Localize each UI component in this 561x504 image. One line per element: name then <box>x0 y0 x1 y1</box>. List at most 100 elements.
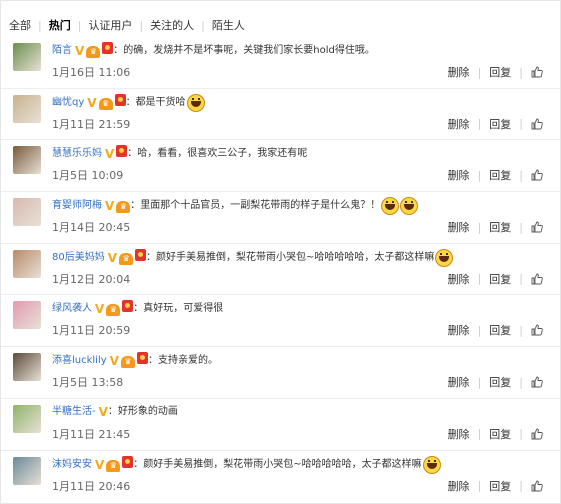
avatar[interactable] <box>13 94 41 123</box>
tab-1[interactable]: 热门 <box>42 17 78 33</box>
like-icon[interactable] <box>531 324 543 336</box>
reply-button[interactable]: 回复 <box>489 271 511 287</box>
avatar[interactable] <box>13 43 41 71</box>
avatar[interactable] <box>13 198 41 227</box>
like-icon[interactable] <box>531 480 543 492</box>
like-icon[interactable] <box>531 376 543 388</box>
user-badges: V ♛ <box>107 352 148 370</box>
username-link[interactable]: 添喜lucklily <box>52 353 107 369</box>
user-badges: V <box>102 145 128 163</box>
reply-button[interactable]: 回复 <box>489 478 511 494</box>
verified-icon: V <box>95 302 105 317</box>
like-icon[interactable] <box>531 118 543 130</box>
comment-item: 沫妈安安 V ♛ ： 颜好手美易推倒，梨花带雨小哭包~哈哈哈哈哈，太子都这样嘛 1… <box>1 451 560 502</box>
reply-button[interactable]: 回复 <box>489 374 511 390</box>
colon: ： <box>107 406 118 418</box>
comment-body: 半糖生活- V ： 好形象的动画 <box>52 404 178 421</box>
comment-text: 支持亲爱的。 <box>157 355 218 367</box>
delete-button[interactable]: 删除 <box>448 116 470 132</box>
comment-time: 1月11日 20:59 <box>52 324 131 338</box>
comment-text: 的确，发烧并不是坏事呢，关键我们家长要hold得住哦。 <box>123 45 375 56</box>
avatar[interactable] <box>13 353 41 382</box>
emoji-group <box>380 197 419 216</box>
avatar[interactable] <box>13 249 41 278</box>
comment-actions: 删除 | 回复 | <box>448 426 543 442</box>
red-envelope-icon <box>122 455 134 468</box>
laugh-emoji-icon <box>400 197 419 216</box>
divider: | <box>519 375 523 389</box>
vip-icon: ♛ <box>119 252 134 265</box>
avatar[interactable] <box>13 404 41 433</box>
comment-body: 育婴师阿梅 V ♛ ： 里面那个十品官员，一副梨花带雨的样子是什么鬼？！ <box>52 197 419 216</box>
reply-button[interactable]: 回复 <box>489 64 511 80</box>
divider: | <box>519 323 523 337</box>
username-link[interactable]: 半糖生活- <box>52 404 96 420</box>
comment-actions: 删除 | 回复 | <box>448 478 543 494</box>
verified-icon: V <box>109 354 119 369</box>
tab-2[interactable]: 认证用户 <box>81 17 139 33</box>
delete-button[interactable]: 删除 <box>448 64 470 80</box>
username-link[interactable]: 幽忧qy <box>52 95 84 111</box>
colon: ： <box>133 458 144 470</box>
username-link[interactable]: 慧慧乐乐妈 <box>52 146 102 162</box>
verified-icon: V <box>98 404 108 419</box>
delete-button[interactable]: 删除 <box>448 167 470 183</box>
avatar[interactable] <box>13 146 41 175</box>
delete-button[interactable]: 删除 <box>448 271 470 287</box>
colon: ： <box>127 148 138 160</box>
comment-text: 好形象的动画 <box>117 406 178 418</box>
reply-button[interactable]: 回复 <box>489 219 511 235</box>
comment-item: 育婴师阿梅 V ♛ ： 里面那个十品官员，一副梨花带雨的样子是什么鬼？！ 1月14… <box>1 192 560 244</box>
comment-actions: 删除 | 回复 | <box>448 219 543 235</box>
filter-tabs: 全部 | 热门 | 认证用户 | 关注的人 | 陌生人 <box>9 15 252 35</box>
delete-button[interactable]: 删除 <box>448 426 470 442</box>
like-icon[interactable] <box>531 428 543 440</box>
verified-icon: V <box>87 95 97 110</box>
red-envelope-icon <box>116 145 128 158</box>
comment-body: 绿风袭人 V ♛ ： 真好玩，可爱得很 <box>52 300 223 318</box>
verified-icon: V <box>105 147 115 162</box>
avatar[interactable] <box>13 301 41 330</box>
red-envelope-icon <box>114 93 126 106</box>
delete-button[interactable]: 删除 <box>448 322 470 338</box>
divider: | <box>519 117 523 131</box>
comment-item: 陌言 V ♛ ： 的确，发烧并不是坏事呢，关键我们家长要hold得住哦。 1月16… <box>1 37 560 89</box>
username-link[interactable]: 绿风袭人 <box>52 301 92 317</box>
like-icon[interactable] <box>531 66 543 78</box>
like-icon[interactable] <box>531 169 543 181</box>
avatar[interactable] <box>13 456 41 485</box>
comment-text: 里面那个十品官员，一副梨花带雨的样子是什么鬼？！ <box>140 200 381 212</box>
like-icon[interactable] <box>531 221 543 233</box>
username-link[interactable]: 育婴师阿梅 <box>52 198 102 214</box>
username-link[interactable]: 沫妈安安 <box>52 457 92 473</box>
comment-item: 半糖生活- V ： 好形象的动画 1月11日 21:45 删除 | 回复 | <box>1 399 560 451</box>
divider: | <box>477 375 482 389</box>
delete-button[interactable]: 删除 <box>448 478 470 494</box>
delete-button[interactable]: 删除 <box>448 374 470 390</box>
comment-time: 1月5日 13:58 <box>52 376 124 390</box>
divider: | <box>477 117 482 131</box>
comment-text: 颜好手美易推倒，梨花带雨小哭包~哈哈哈哈哈，太子都这样嘛 <box>156 251 435 263</box>
tab-3[interactable]: 关注的人 <box>143 17 201 33</box>
comment-actions: 删除 | 回复 | <box>448 116 543 132</box>
laugh-emoji-icon <box>422 455 441 474</box>
reply-button[interactable]: 回复 <box>489 322 511 338</box>
vip-icon: ♛ <box>116 200 131 213</box>
divider: | <box>477 65 482 79</box>
emoji-group <box>422 455 441 474</box>
like-icon[interactable] <box>531 273 543 285</box>
reply-button[interactable]: 回复 <box>489 426 511 442</box>
tab-4[interactable]: 陌生人 <box>205 17 252 33</box>
reply-button[interactable]: 回复 <box>489 167 511 183</box>
reply-button[interactable]: 回复 <box>489 116 511 132</box>
verified-icon: V <box>107 250 118 265</box>
red-envelope-icon <box>136 352 148 365</box>
username-link[interactable]: 陌言 <box>52 43 72 59</box>
tab-0[interactable]: 全部 <box>9 17 38 33</box>
comment-body: 添喜lucklily V ♛ ： 支持亲爱的。 <box>52 352 218 370</box>
divider: | <box>477 272 482 286</box>
comment-item: 绿风袭人 V ♛ ： 真好玩，可爱得很 1月11日 20:59 删除 | 回复 | <box>1 295 560 348</box>
comment-time: 1月14日 20:45 <box>52 221 131 235</box>
username-link[interactable]: 80后美妈妈 <box>52 250 105 266</box>
delete-button[interactable]: 删除 <box>448 219 470 235</box>
